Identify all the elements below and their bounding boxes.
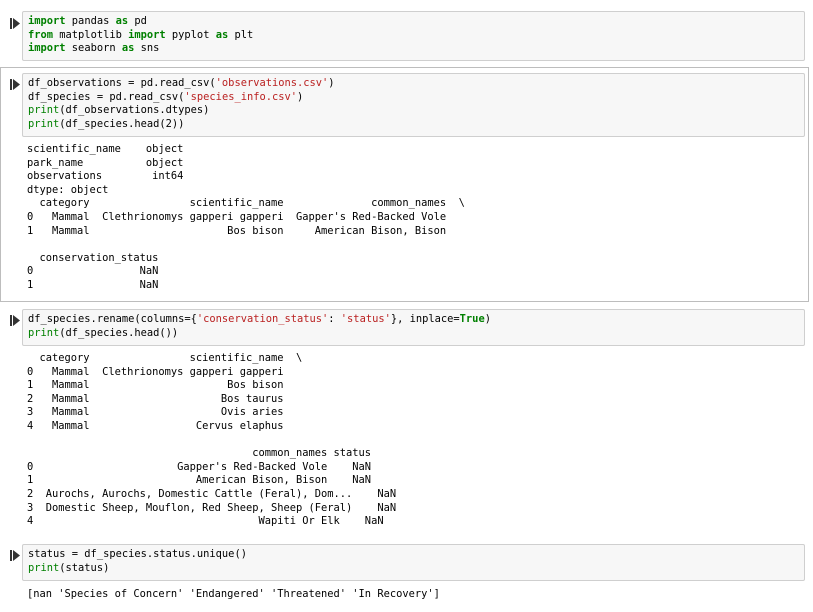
code-token: }, inplace= [390,313,460,325]
code-token: seaborn [65,42,122,55]
code-token: 'species_info.csv' [184,90,298,103]
code-lines: import pandas as pd from matplotlib impor… [28,15,799,56]
code-token: 'observations.csv' [215,77,329,89]
code-input[interactable]: status = df_species.status.unique() print… [22,544,805,581]
code-token: as [115,15,129,27]
code-token: print [28,326,60,339]
output-line: conservation_status [27,251,159,264]
output-line: 0 Mammal Clethrionomys gapperi gapperi [27,365,284,378]
output-line: 0 Gapper's Red-Backed Vole NaN [27,460,372,473]
code-token: print [28,117,60,130]
output-line: [nan 'Species of Concern' 'Endangered' '… [27,588,440,600]
code-input[interactable]: df_species.rename(columns={'conservation… [22,309,805,346]
output-line: 2 Aurochs, Aurochs, Domestic Cattle (Fer… [27,487,397,500]
run-cell-icon[interactable] [9,314,21,327]
code-token: from [28,28,54,41]
code-token: df_species = pd.read_csv( [28,90,185,103]
code-line: from matplotlib import pyplot as plt [28,29,799,43]
code-token: as [121,42,135,55]
output-line: common_names status [27,447,372,460]
output-line: 2 Mammal Bos taurus [27,392,284,405]
output-line: 1 NaN [27,278,159,291]
code-token: df_species.rename(columns={ [28,313,197,325]
output-line: park_name object [27,156,184,169]
code-line: df_species = pd.read_csv('species_info.c… [28,91,799,105]
code-token: 'conservation_status' [196,313,329,325]
code-token: status = df_species.status.unique() [28,548,247,560]
cell-output: category scientific_name \ 0 Mammal Cleth… [27,352,396,529]
code-token: (status) [59,561,110,574]
code-line: import pandas as pd [28,15,799,29]
code-token: pandas [65,15,116,27]
code-line: df_species.rename(columns={'conservation… [28,313,799,327]
code-lines: df_species.rename(columns={'conservation… [28,313,799,340]
code-token: import [128,28,166,41]
code-token: pd [128,15,147,27]
code-token: : [328,313,341,325]
output-line: 1 Mammal Bos bison American Bison, Bison [27,224,447,237]
output-line: observations int64 [27,170,184,183]
code-line: df_observations = pd.read_csv('observati… [28,77,799,91]
code-token: ) [328,77,335,89]
run-cell-icon[interactable] [9,549,21,562]
output-line: 4 Wapiti Or Elk NaN [27,515,384,528]
code-lines: status = df_species.status.unique() print… [28,548,799,575]
code-token: ) [297,90,304,103]
code-token: ) [484,313,491,325]
output-line: 1 Mammal Bos bison [27,379,284,392]
code-line: print(df_observations.dtypes) [28,104,799,118]
code-lines: df_observations = pd.read_csv('observati… [28,77,799,131]
code-token: plt [228,28,254,41]
output-line: 3 Mammal Ovis aries [27,406,284,419]
code-token: sns [134,42,160,55]
output-line: category scientific_name common_names \ [27,197,465,210]
code-line: print(df_species.head(2)) [28,118,799,132]
code-line: import seaborn as sns [28,42,799,56]
cell-output: [nan 'Species of Concern' 'Endangered' '… [27,588,440,602]
code-token: (df_species.head()) [59,326,179,339]
code-token: as [215,28,229,41]
code-token: print [28,561,60,574]
code-line: print(df_species.head()) [28,327,799,341]
output-line: category scientific_name \ [27,352,303,364]
output-line: dtype: object [27,183,109,196]
code-token: import [28,15,66,27]
output-line: 1 American Bison, Bison NaN [27,474,372,487]
code-line: print(status) [28,562,799,576]
output-line: 0 Mammal Clethrionomys gapperi gapperi G… [27,210,447,223]
code-token: pyplot [165,28,216,41]
code-token: (df_species.head(2)) [59,117,185,130]
output-line: scientific_name object [27,143,184,155]
output-line: 4 Mammal Cervus elaphus [27,419,284,432]
code-token: 'status' [340,313,391,325]
code-input[interactable]: import pandas as pd from matplotlib impor… [22,11,805,61]
output-line: 3 Domestic Sheep, Mouflon, Red Sheep, Sh… [27,501,397,514]
cell-output: scientific_name object park_name object ob… [27,143,465,293]
code-token: df_observations = pd.read_csv( [28,77,216,89]
code-token: (df_observations.dtypes) [59,104,210,117]
code-line: status = df_species.status.unique() [28,548,799,562]
code-token: matplotlib [53,28,129,41]
run-cell-icon[interactable] [9,17,21,30]
output-line: 0 NaN [27,265,159,278]
code-token: True [459,313,485,325]
code-token: print [28,104,60,117]
code-input[interactable]: df_observations = pd.read_csv('observati… [22,73,805,137]
run-cell-icon[interactable] [9,78,21,91]
code-token: import [28,42,66,55]
